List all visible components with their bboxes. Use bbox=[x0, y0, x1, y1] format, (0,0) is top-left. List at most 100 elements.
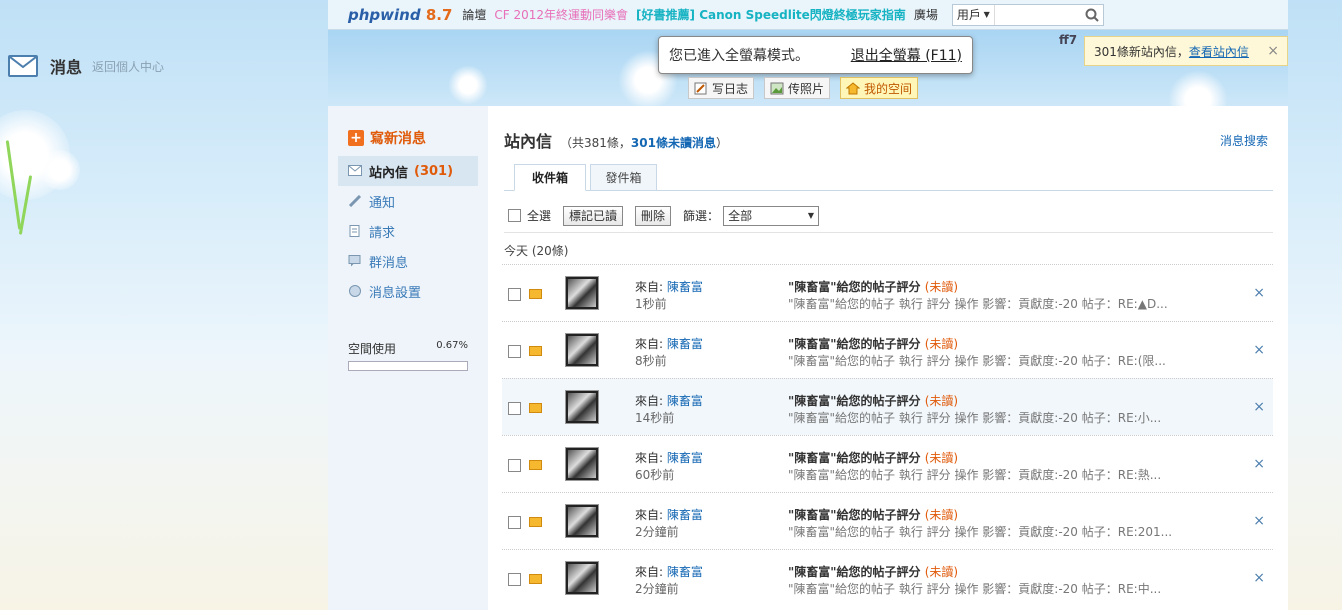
message-row[interactable]: 來自: 陳畜富 8秒前 "陳畜富"給您的帖子評分 (未讀) "陳畜富"給您的帖子… bbox=[502, 321, 1273, 378]
sender-link[interactable]: 陳畜富 bbox=[667, 280, 703, 294]
page-title: 消息 bbox=[50, 58, 83, 77]
tab-outbox[interactable]: 發件箱 bbox=[590, 164, 657, 191]
avatar[interactable] bbox=[565, 447, 599, 481]
select-all-checkbox[interactable] bbox=[508, 209, 521, 222]
message-row[interactable]: 來自: 陳畜富 60秒前 "陳畜富"給您的帖子評分 (未讀) "陳畜富"給您的帖… bbox=[502, 435, 1273, 492]
delete-message-icon[interactable]: × bbox=[1253, 570, 1265, 586]
delete-message-icon[interactable]: × bbox=[1253, 285, 1265, 301]
close-icon[interactable]: × bbox=[1267, 43, 1279, 59]
message-time: 2分鐘前 bbox=[635, 582, 679, 596]
message-row[interactable]: 來自: 陳畜富 2分鐘前 "陳畜富"給您的帖子評分 (未讀) "陳畜富"給您的帖… bbox=[502, 492, 1273, 549]
message-subject[interactable]: "陳畜富"給您的帖子評分 (未讀) bbox=[788, 278, 958, 295]
message-checkbox[interactable] bbox=[508, 516, 521, 529]
message-preview[interactable]: "陳畜富"給您的帖子 執行 評分 操作 影響：貢獻度:-20 帖子：RE:201… bbox=[788, 523, 1172, 540]
delete-message-icon[interactable]: × bbox=[1253, 399, 1265, 415]
message-row[interactable]: 來自: 陳畜富 14秒前 "陳畜富"給您的帖子評分 (未讀) "陳畜富"給您的帖… bbox=[502, 378, 1273, 435]
envelope-icon bbox=[8, 55, 38, 77]
message-checkbox[interactable] bbox=[508, 573, 521, 586]
compose-message-button[interactable]: + 寫新消息 bbox=[348, 128, 426, 148]
message-checkbox[interactable] bbox=[508, 459, 521, 472]
notification-text: 301條新站內信， bbox=[1094, 44, 1189, 59]
back-to-profile-link[interactable]: 返回個人中心 bbox=[92, 58, 164, 75]
message-preview[interactable]: "陳畜富"給您的帖子 執行 評分 操作 影響：貢獻度:-20 帖子：RE:熱..… bbox=[788, 466, 1161, 483]
nav-plaza-link[interactable]: 廣場 bbox=[914, 6, 938, 23]
message-preview[interactable]: "陳畜富"給您的帖子 執行 評分 操作 影響：貢獻度:-20 帖子：RE:(限.… bbox=[788, 352, 1166, 369]
delete-button[interactable]: 刪除 bbox=[635, 205, 672, 226]
message-search-link[interactable]: 消息搜索 bbox=[1220, 132, 1268, 149]
message-toolbar: 全選 標記已讀 刪除 篩選： 全部 ▼ bbox=[504, 199, 1273, 233]
background-decoration bbox=[0, 0, 328, 610]
search-input[interactable] bbox=[994, 4, 1081, 25]
sidebar-item-group-messages[interactable]: 群消息 bbox=[338, 246, 478, 276]
photo-icon bbox=[770, 82, 784, 95]
message-time: 60秒前 bbox=[635, 468, 675, 482]
message-row[interactable]: 來自: 陳畜富 1秒前 "陳畜富"給您的帖子評分 (未讀) "陳畜富"給您的帖子… bbox=[502, 264, 1273, 321]
space-usage: 空間使用 0.67% bbox=[348, 340, 468, 371]
message-row[interactable]: 來自: 陳畜富 2分鐘前 "陳畜富"給您的帖子評分 (未讀) "陳畜富"給您的帖… bbox=[502, 549, 1273, 606]
sender-link[interactable]: 陳畜富 bbox=[667, 451, 703, 465]
message-subject[interactable]: "陳畜富"給您的帖子評分 (未讀) bbox=[788, 449, 958, 466]
sidebar-item-notifications[interactable]: 通知 bbox=[338, 186, 478, 216]
inbox-title: 站內信 bbox=[504, 132, 553, 151]
upload-photo-button[interactable]: 传照片 bbox=[764, 77, 831, 99]
message-subject[interactable]: "陳畜富"給您的帖子評分 (未讀) bbox=[788, 506, 958, 523]
message-preview[interactable]: "陳畜富"給您的帖子 執行 評分 操作 影響：貢獻度:-20 帖子：RE:小..… bbox=[788, 409, 1161, 426]
pen-icon bbox=[348, 194, 362, 208]
space-usage-label: 空間使用 bbox=[348, 342, 397, 356]
message-subject[interactable]: "陳畜富"給您的帖子評分 (未讀) bbox=[788, 563, 958, 580]
message-time: 1秒前 bbox=[635, 297, 667, 311]
fullscreen-toast: 您已進入全螢幕模式。 退出全螢幕 (F11) bbox=[658, 36, 973, 74]
plus-icon: + bbox=[348, 130, 364, 146]
search-scope-select[interactable]: 用戶 ▼ bbox=[953, 4, 995, 25]
message-checkbox[interactable] bbox=[508, 345, 521, 358]
message-subject[interactable]: "陳畜富"給您的帖子評分 (未讀) bbox=[788, 392, 958, 409]
delete-message-icon[interactable]: × bbox=[1253, 342, 1265, 358]
avatar[interactable] bbox=[565, 276, 599, 310]
mark-read-button[interactable]: 標記已讀 bbox=[563, 205, 624, 226]
top-navbar: phpwind 8.7 論壇 CF 2012年終運動同樂會 [好書推薦] Can… bbox=[328, 0, 1288, 30]
filter-label: 篩選： bbox=[683, 209, 720, 223]
settings-icon bbox=[348, 285, 362, 297]
inbox-heading: 站內信 （共381條，301條未讀消息） bbox=[504, 128, 728, 152]
chat-icon bbox=[348, 255, 362, 267]
pencil-icon bbox=[694, 82, 708, 95]
sidebar-item-requests[interactable]: 請求 bbox=[338, 216, 478, 246]
sender-link[interactable]: 陳畜富 bbox=[667, 565, 703, 579]
unread-envelope-icon bbox=[529, 289, 542, 299]
avatar[interactable] bbox=[565, 504, 599, 538]
message-preview[interactable]: "陳畜富"給您的帖子 執行 評分 操作 影響：貢獻度:-20 帖子：RE:中..… bbox=[788, 580, 1161, 597]
sidebar-item-settings[interactable]: 消息設置 bbox=[338, 276, 478, 306]
message-preview[interactable]: "陳畜富"給您的帖子 執行 評分 操作 影響：貢獻度:-20 帖子：RE:▲D.… bbox=[788, 295, 1168, 312]
avatar[interactable] bbox=[565, 333, 599, 367]
avatar[interactable] bbox=[565, 390, 599, 424]
nav-book-link[interactable]: [好書推薦] Canon Speedlite閃燈終極玩家指南 bbox=[636, 6, 906, 23]
sidebar-item-inbox[interactable]: 站內信 (301) bbox=[338, 156, 478, 186]
unread-envelope-icon bbox=[529, 403, 542, 413]
search-icon[interactable] bbox=[1081, 5, 1103, 25]
message-list: 來自: 陳畜富 1秒前 "陳畜富"給您的帖子評分 (未讀) "陳畜富"給您的帖子… bbox=[502, 264, 1273, 606]
message-subject[interactable]: "陳畜富"給您的帖子評分 (未讀) bbox=[788, 335, 958, 352]
filter-select[interactable]: 全部 ▼ bbox=[723, 205, 820, 226]
tab-inbox[interactable]: 收件箱 bbox=[514, 164, 586, 191]
delete-message-icon[interactable]: × bbox=[1253, 456, 1265, 472]
site-logo[interactable]: phpwind 8.7 bbox=[348, 6, 452, 24]
delete-message-icon[interactable]: × bbox=[1253, 513, 1265, 529]
user-name[interactable]: ff7 bbox=[1059, 33, 1077, 47]
unread-envelope-icon bbox=[529, 574, 542, 584]
my-space-button[interactable]: 我的空间 bbox=[840, 77, 919, 99]
inbox-summary: （共381條，301條未讀消息） bbox=[560, 136, 728, 150]
message-checkbox[interactable] bbox=[508, 288, 521, 301]
write-diary-button[interactable]: 写日志 bbox=[688, 77, 755, 99]
exit-fullscreen-link[interactable]: 退出全螢幕 (F11) bbox=[851, 45, 962, 65]
sender-link[interactable]: 陳畜富 bbox=[667, 394, 703, 408]
space-usage-bar bbox=[348, 361, 468, 371]
sender-link[interactable]: 陳畜富 bbox=[667, 508, 703, 522]
select-all-label: 全選 bbox=[527, 209, 552, 223]
view-messages-link[interactable]: 查看站內信 bbox=[1189, 43, 1249, 60]
message-checkbox[interactable] bbox=[508, 402, 521, 415]
nav-forum-link[interactable]: 論壇 bbox=[462, 6, 486, 23]
nav-promo-link[interactable]: CF 2012年終運動同樂會 bbox=[494, 6, 628, 23]
avatar[interactable] bbox=[565, 561, 599, 595]
sender-link[interactable]: 陳畜富 bbox=[667, 337, 703, 351]
main-content: 站內信 （共381條，301條未讀消息） 消息搜索 收件箱 發件箱 全選 標記已… bbox=[488, 106, 1288, 610]
